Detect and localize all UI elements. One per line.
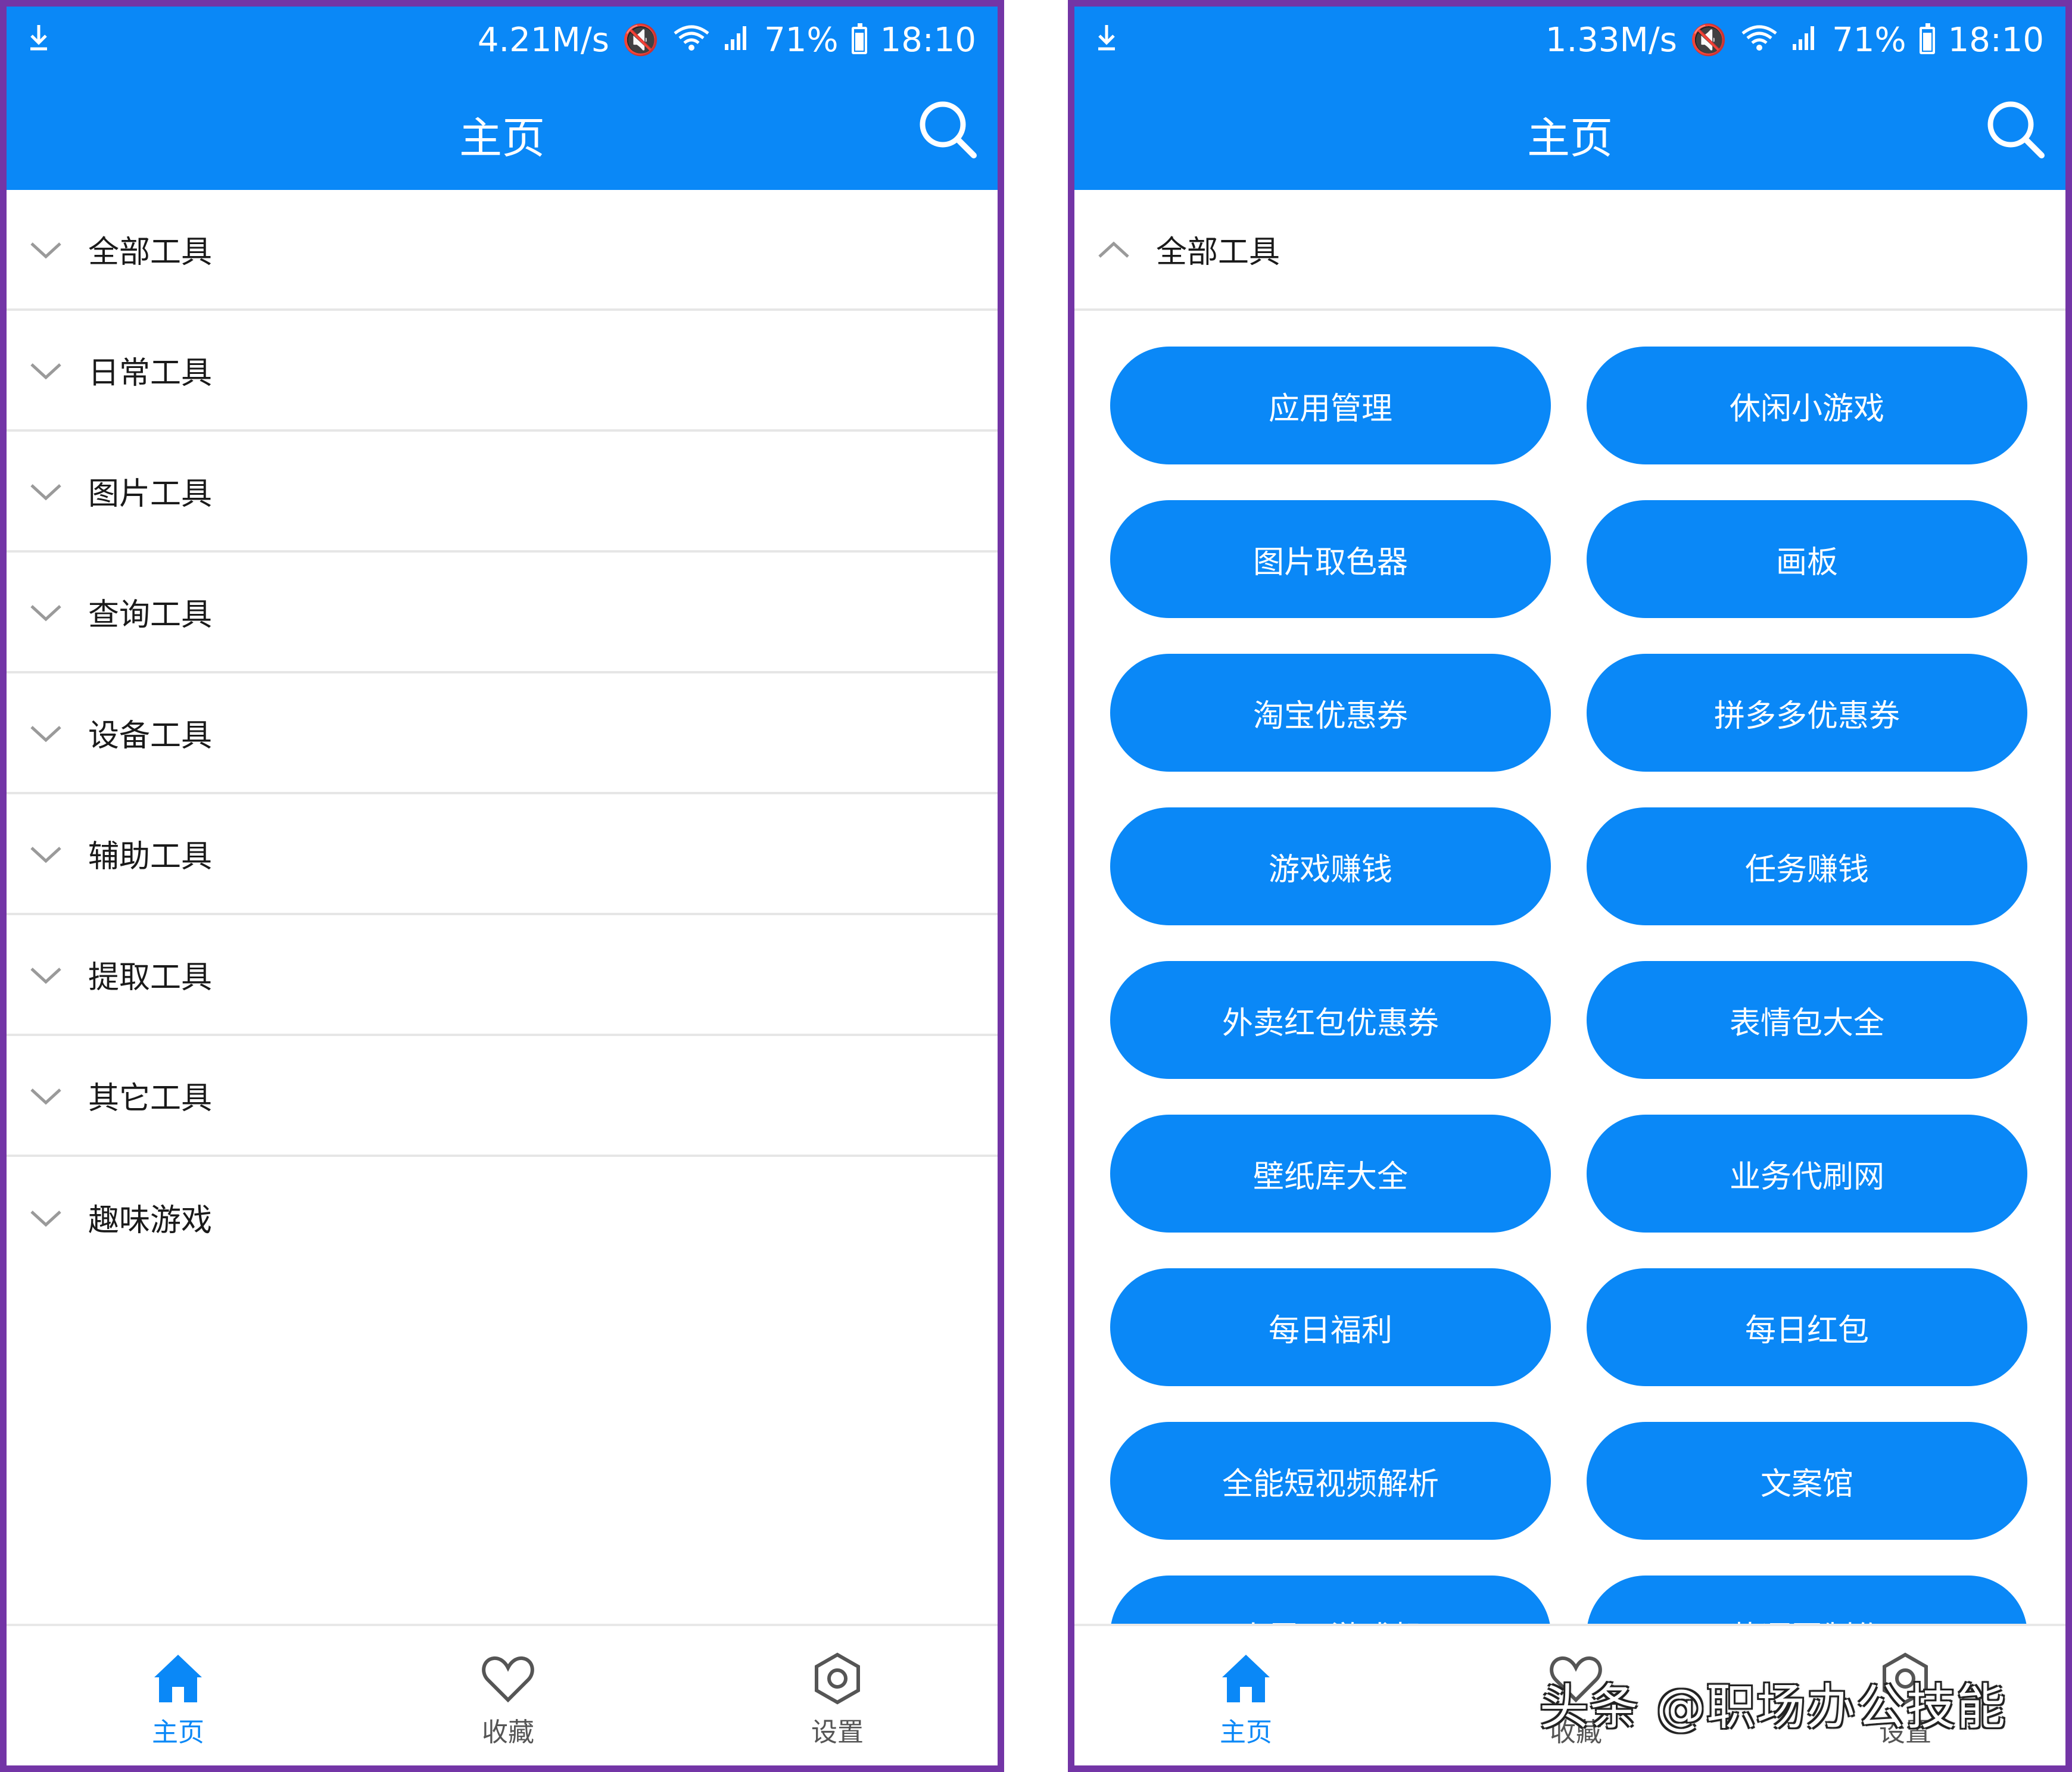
category-label: 图片工具: [88, 476, 213, 512]
chevron-down-icon: [30, 1210, 61, 1227]
chevron-down-icon: [30, 725, 61, 742]
page-title: 主页: [459, 113, 545, 163]
tool-button[interactable]: 休闲小游戏: [1587, 347, 2027, 464]
tool-button[interactable]: 应用管理: [1110, 347, 1551, 464]
tool-button[interactable]: 游戏赚钱: [1110, 807, 1551, 925]
nav-home[interactable]: 主页: [1157, 1650, 1335, 1749]
status-bar: 4.21M/s 🔇 71% 18:10: [7, 7, 998, 79]
right-phone-screen: 1.33M/s 🔇 71% 18:10 主页 全部工具 应用管理 休闲小游戏 图…: [1068, 0, 2072, 1772]
chevron-down-icon: [30, 1088, 61, 1105]
search-icon[interactable]: [914, 96, 980, 161]
chevron-down-icon: [30, 242, 61, 258]
tool-button[interactable]: 文案馆: [1587, 1422, 2027, 1540]
clock: 18:10: [1948, 21, 2044, 60]
nav-label: 收藏: [482, 1717, 534, 1748]
page-title: 主页: [1526, 113, 1613, 163]
nav-label: 设置: [811, 1717, 864, 1748]
category-label: 查询工具: [88, 597, 213, 633]
clock: 18:10: [880, 21, 976, 60]
category-label: 趣味游戏: [88, 1203, 213, 1238]
battery-percent: 71%: [1832, 21, 1906, 60]
category-label: 日常工具: [88, 355, 213, 391]
app-bar: 主页: [1074, 79, 2065, 190]
chevron-down-icon: [30, 363, 61, 379]
network-speed: 4.21M/s: [477, 21, 609, 60]
tool-panel: 全部工具 应用管理 休闲小游戏 图片取色器 画板 淘宝优惠券 拼多多优惠券 游戏…: [1074, 190, 2065, 1637]
signal-icon: [724, 21, 751, 60]
nav-home[interactable]: 主页: [89, 1650, 267, 1749]
category-row-query-tools[interactable]: 查询工具: [7, 553, 998, 673]
category-row-assist-tools[interactable]: 辅助工具: [7, 794, 998, 915]
tool-button[interactable]: 每日福利: [1110, 1268, 1551, 1386]
chevron-down-icon: [30, 604, 61, 621]
tool-button[interactable]: 业务代刷网: [1587, 1115, 2027, 1233]
category-label: 辅助工具: [88, 839, 213, 875]
status-bar: 1.33M/s 🔇 71% 18:10: [1074, 7, 2065, 79]
settings-icon: [815, 1652, 860, 1705]
home-icon: [1222, 1655, 1270, 1702]
category-label: 提取工具: [88, 960, 213, 996]
tool-button[interactable]: 壁纸库大全: [1110, 1115, 1551, 1233]
download-icon: [1095, 22, 1118, 61]
chevron-down-icon: [30, 483, 61, 500]
chevron-up-icon: [1098, 241, 1129, 258]
battery-icon: [1919, 23, 1935, 54]
nav-label: 主页: [1220, 1717, 1272, 1748]
mute-icon: 🔇: [1690, 23, 1728, 57]
app-bar: 主页: [7, 79, 998, 190]
tool-button[interactable]: 每日红包: [1587, 1268, 2027, 1386]
tool-button[interactable]: 任务赚钱: [1587, 807, 2027, 925]
home-icon: [154, 1655, 202, 1702]
heart-icon: [482, 1656, 534, 1703]
mute-icon: 🔇: [622, 23, 660, 57]
chevron-down-icon: [30, 967, 61, 984]
tool-button[interactable]: 外卖红包优惠券: [1110, 961, 1551, 1079]
wifi-icon: [672, 21, 711, 60]
wifi-icon: [1740, 21, 1778, 60]
watermark: 头条 @职场办公技能: [1540, 1679, 2007, 1736]
nav-settings[interactable]: 设置: [748, 1650, 927, 1749]
category-label: 全部工具: [88, 235, 213, 270]
tool-button[interactable]: 拼多多优惠券: [1587, 654, 2027, 772]
bottom-navigation: 主页 收藏 设置: [7, 1624, 998, 1765]
category-row-all-tools[interactable]: 全部工具: [1074, 190, 2065, 311]
category-label: 设备工具: [88, 718, 213, 754]
category-label: 全部工具: [1156, 235, 1280, 270]
category-row-all-tools[interactable]: 全部工具: [7, 190, 998, 311]
nav-favorites[interactable]: 收藏: [419, 1650, 597, 1749]
tool-button[interactable]: 图片取色器: [1110, 500, 1551, 618]
category-row-other-tools[interactable]: 其它工具: [7, 1036, 998, 1157]
download-icon: [27, 22, 51, 61]
category-row-device-tools[interactable]: 设备工具: [7, 673, 998, 794]
tool-button[interactable]: 表情包大全: [1587, 961, 2027, 1079]
tool-button[interactable]: 淘宝优惠券: [1110, 654, 1551, 772]
chevron-down-icon: [30, 846, 61, 863]
network-speed: 1.33M/s: [1545, 21, 1677, 60]
category-row-fun-games[interactable]: 趣味游戏: [7, 1157, 998, 1278]
category-row-extract-tools[interactable]: 提取工具: [7, 915, 998, 1036]
battery-percent: 71%: [764, 21, 839, 60]
signal-icon: [1791, 21, 1819, 60]
tool-button[interactable]: 全能短视频解析: [1110, 1422, 1551, 1540]
search-icon[interactable]: [1982, 96, 2048, 161]
category-row-image-tools[interactable]: 图片工具: [7, 432, 998, 553]
nav-label: 主页: [152, 1717, 204, 1748]
category-list: 全部工具 日常工具 图片工具 查询工具 设备工具 辅助工具 提取工具 其它工具: [7, 190, 998, 1637]
category-row-daily-tools[interactable]: 日常工具: [7, 311, 998, 432]
tool-button[interactable]: 画板: [1587, 500, 2027, 618]
battery-icon: [851, 23, 867, 54]
category-label: 其它工具: [88, 1081, 213, 1116]
left-phone-screen: 4.21M/s 🔇 71% 18:10 主页 全部工具 日常工具 图片工具 查询…: [0, 0, 1004, 1772]
